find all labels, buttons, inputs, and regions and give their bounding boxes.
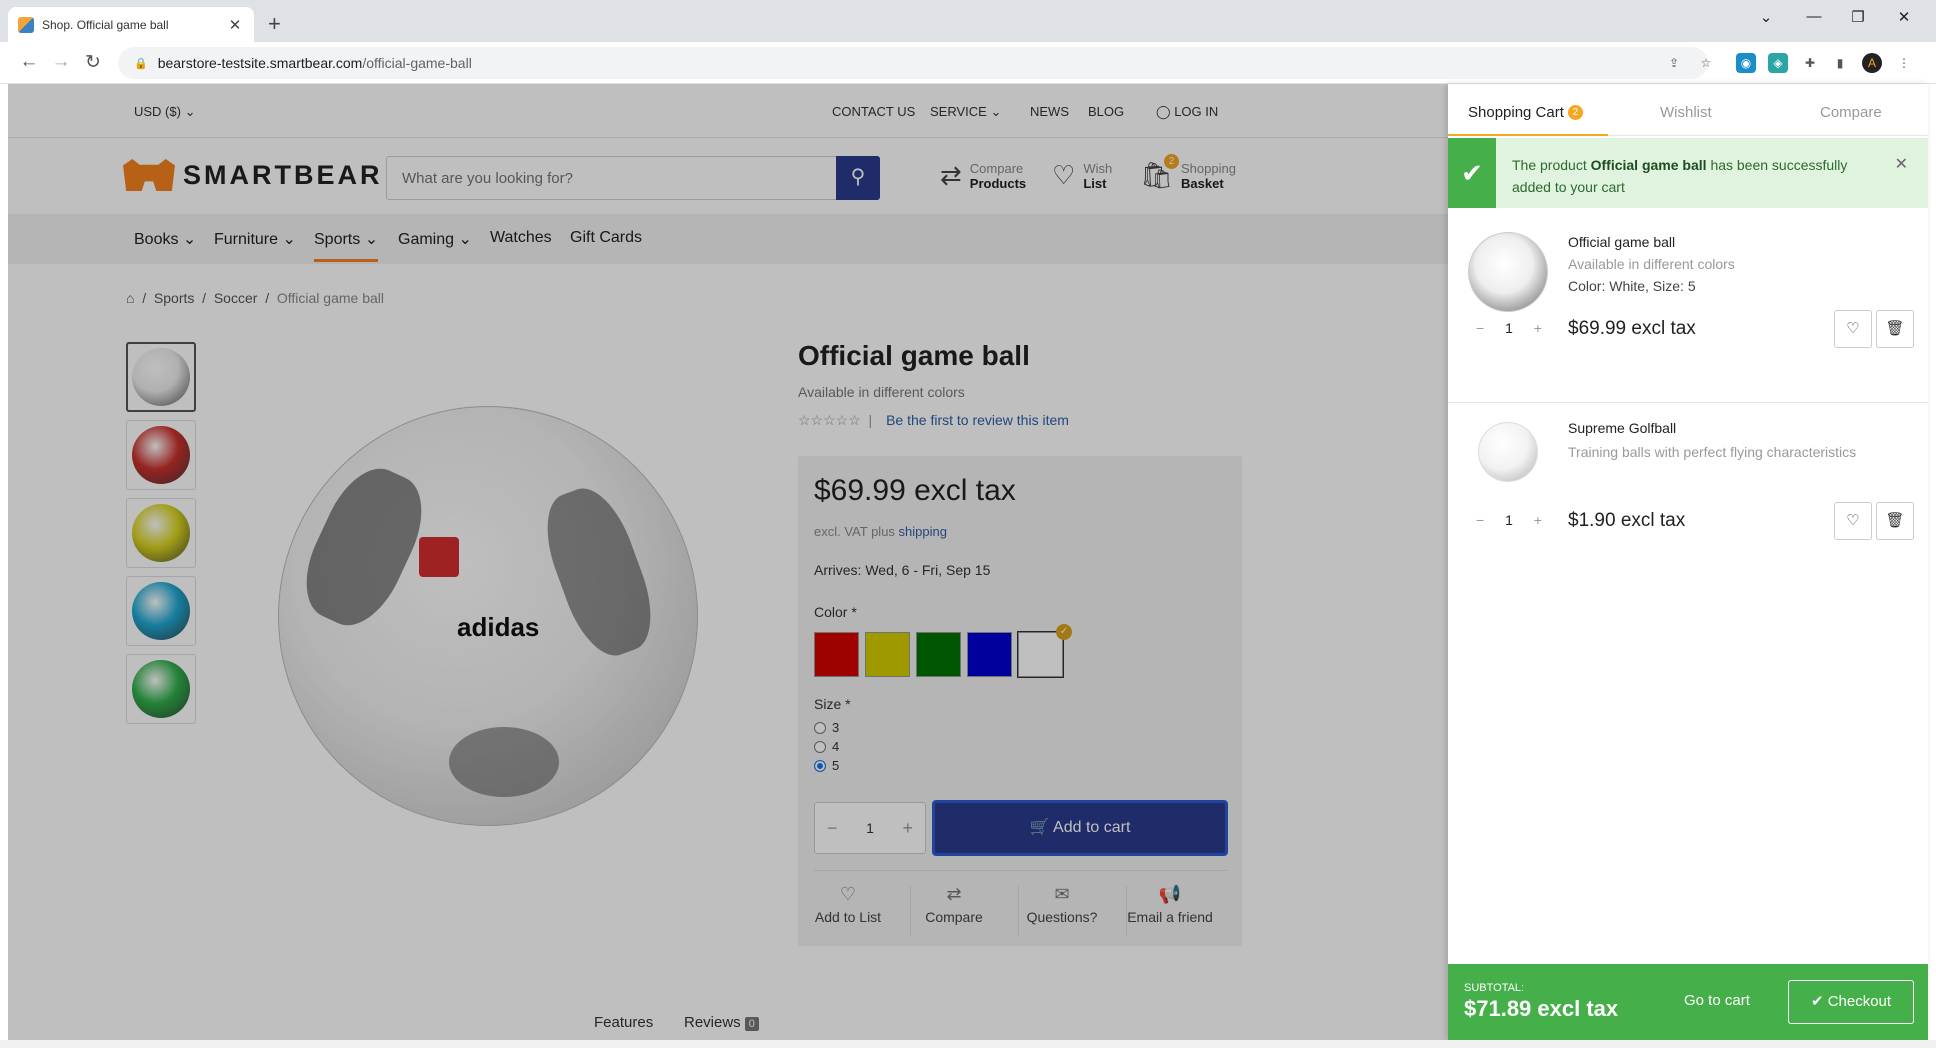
go-to-cart-link[interactable]: Go to cart <box>1684 992 1750 1009</box>
page-dim-overlay[interactable] <box>8 84 1448 1048</box>
cart-item-name[interactable]: Official game ball <box>1568 234 1675 250</box>
cart-item-image[interactable] <box>1468 232 1548 312</box>
back-icon[interactable]: ← <box>16 51 42 73</box>
browser-toolbar: ← → ↻ 🔒 bearstore-testsite.smartbear.com… <box>0 42 1936 84</box>
increase-icon[interactable]: + <box>1534 320 1542 336</box>
tab-title: Shop. Official game ball <box>42 17 169 32</box>
url-host: bearstore-testsite.smartbear.com <box>157 55 363 71</box>
notice-message: The product Official game ball has been … <box>1512 157 1848 195</box>
trash-icon[interactable]: 🗑 <box>1876 502 1914 540</box>
tab-wishlist[interactable]: Wishlist <box>1660 104 1712 121</box>
minimize-icon[interactable]: — <box>1794 8 1834 25</box>
cart-count-badge: 2 <box>1567 105 1583 120</box>
browser-tab-bar: Shop. Official game ball ✕ + ⌄ — ❐ ✕ <box>0 0 1936 42</box>
cart-tabs: Shopping Cart 2 Wishlist Compare <box>1448 84 1928 136</box>
share-icon[interactable]: ⇪ <box>1664 53 1684 73</box>
decrease-icon[interactable]: − <box>1476 320 1484 336</box>
trash-icon[interactable]: 🗑 <box>1876 310 1914 348</box>
check-icon: ✔ <box>1810 993 1824 1010</box>
subtotal-value: $71.89 excl tax <box>1464 996 1619 1021</box>
cart-item-qty: −1 + <box>1476 512 1542 528</box>
cart-item-name[interactable]: Supreme Golfball <box>1568 420 1676 436</box>
close-window-icon[interactable]: ✕ <box>1884 8 1924 26</box>
browser-tab[interactable]: Shop. Official game ball ✕ <box>8 7 254 42</box>
new-tab-icon[interactable]: + <box>268 11 281 37</box>
divider <box>1448 402 1928 403</box>
puzzle-icon[interactable]: ✚ <box>1800 53 1820 73</box>
reload-icon[interactable]: ↻ <box>80 51 106 74</box>
tab-shopping-cart[interactable]: Shopping Cart 2 <box>1468 104 1583 121</box>
cart-footer: SUBTOTAL: $71.89 excl tax Go to cart ✔ C… <box>1448 964 1928 1040</box>
extension-icon[interactable]: ◉ <box>1736 53 1756 73</box>
decrease-icon[interactable]: − <box>1476 512 1484 528</box>
window-bottom-edge <box>0 1040 1936 1048</box>
success-notice: ✔ The product Official game ball has bee… <box>1448 138 1928 208</box>
cart-item-qty: −1 + <box>1476 320 1542 336</box>
cart-sidebar: Shopping Cart 2 Wishlist Compare ✔ The pr… <box>1448 84 1928 1040</box>
favicon-icon <box>18 16 34 33</box>
cart-item-attrs: Color: White, Size: 5 <box>1568 278 1696 294</box>
cart-item-image[interactable] <box>1478 422 1538 482</box>
cart-item-price: $1.90 excl tax <box>1568 510 1686 531</box>
side-panel-icon[interactable]: ▮ <box>1830 53 1850 73</box>
url-path: /official-game-ball <box>362 55 472 71</box>
profile-avatar[interactable]: A <box>1862 53 1882 73</box>
tab-compare[interactable]: Compare <box>1820 104 1882 121</box>
cart-item-desc: Training balls with perfect flying chara… <box>1568 444 1857 460</box>
subtotal-label: SUBTOTAL: <box>1464 982 1525 994</box>
close-icon[interactable]: ✕ <box>1895 154 1908 174</box>
increase-icon[interactable]: + <box>1534 512 1542 528</box>
cart-item-desc: Available in different colors <box>1568 256 1735 272</box>
checkout-button[interactable]: ✔ Checkout <box>1788 980 1914 1024</box>
close-tab-icon[interactable]: ✕ <box>226 16 244 34</box>
move-to-wishlist-heart-icon[interactable]: ♡ <box>1834 502 1872 540</box>
restore-icon[interactable]: ❐ <box>1838 8 1878 26</box>
cart-item-price: $69.99 excl tax <box>1568 318 1696 339</box>
active-tab-indicator <box>1448 134 1608 136</box>
address-bar[interactable]: 🔒 bearstore-testsite.smartbear.com/offic… <box>118 47 1708 79</box>
extension-icon[interactable]: ◈ <box>1768 53 1788 73</box>
tab-search-icon[interactable]: ⌄ <box>1746 8 1786 26</box>
forward-icon[interactable]: → <box>48 51 74 73</box>
lock-icon: 🔒 <box>134 57 148 70</box>
menu-icon[interactable]: ⋮ <box>1894 53 1914 73</box>
bookmark-star-icon[interactable]: ☆ <box>1696 53 1716 73</box>
move-to-wishlist-heart-icon[interactable]: ♡ <box>1834 310 1872 348</box>
check-icon: ✔ <box>1448 138 1496 208</box>
